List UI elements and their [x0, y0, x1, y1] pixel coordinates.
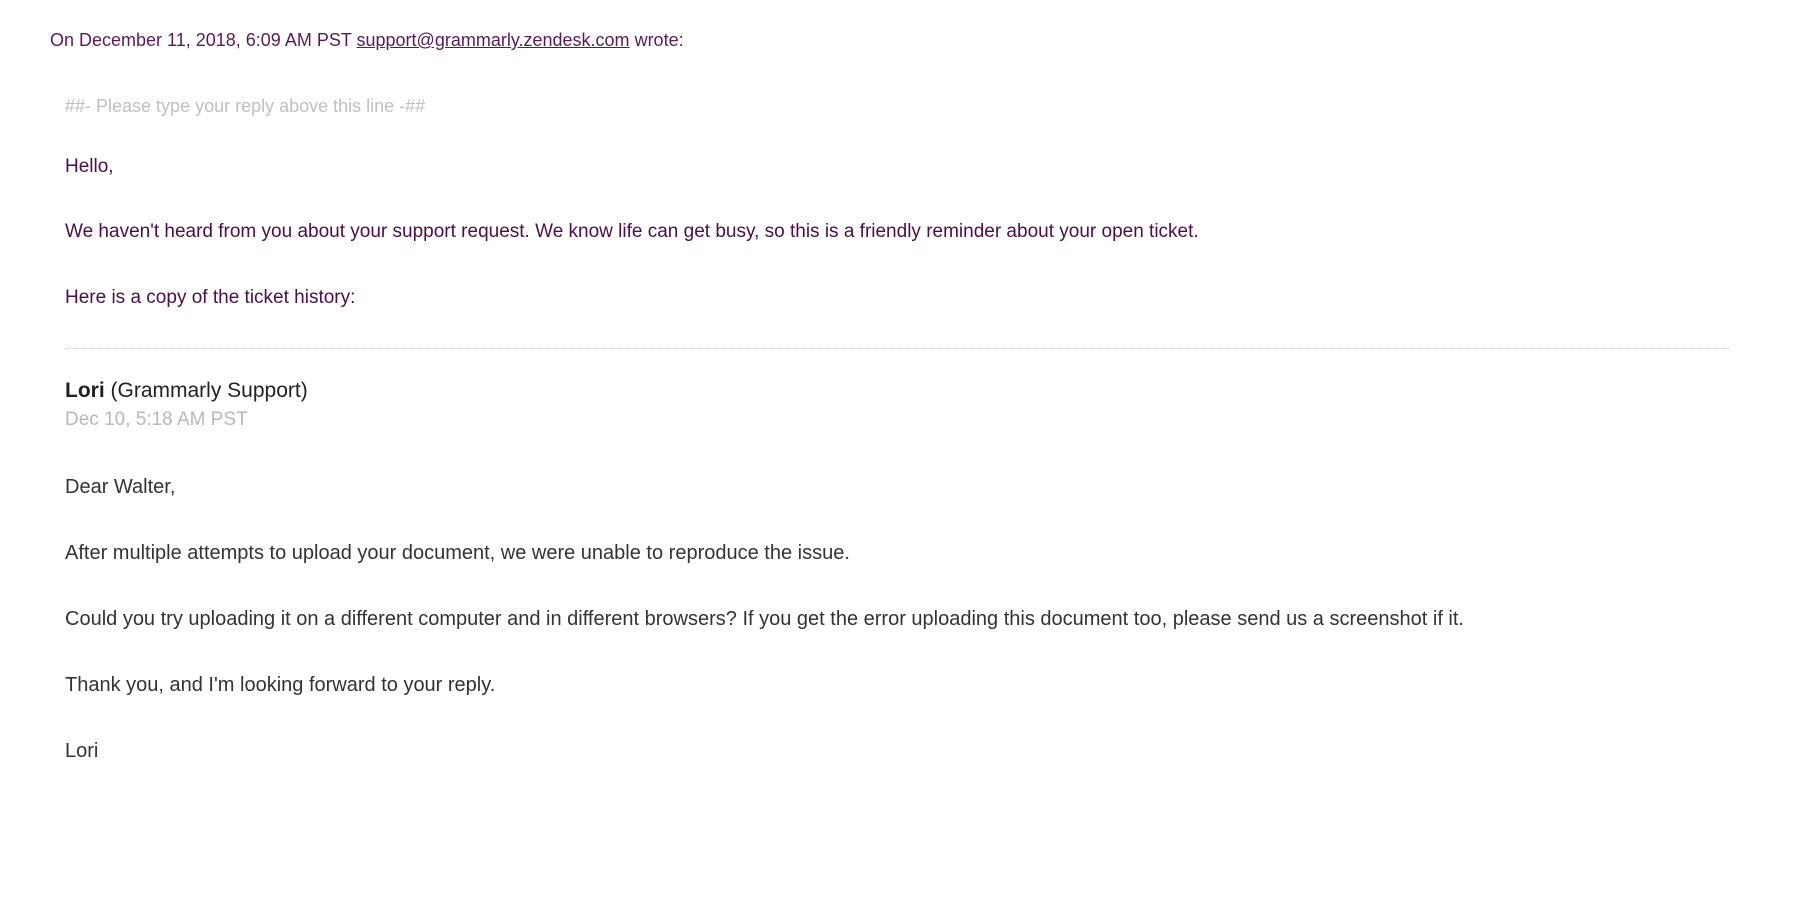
- author-context: (Grammarly Support): [105, 379, 308, 402]
- intro-history-note: Here is a copy of the ticket history:: [65, 283, 1744, 313]
- message-timestamp: Dec 10, 5:18 AM PST: [65, 409, 1744, 431]
- body-paragraph-2: Could you try uploading it on a differen…: [65, 603, 1744, 635]
- intro-reminder: We haven't heard from you about your sup…: [65, 217, 1744, 247]
- reply-marker: ##- Please type your reply above this li…: [65, 96, 1744, 117]
- body-salutation: Dear Walter,: [65, 471, 1744, 503]
- author-name: Lori: [65, 379, 105, 402]
- body-signoff: Lori: [65, 735, 1744, 767]
- quote-suffix: wrote:: [630, 30, 684, 50]
- intro-greeting: Hello,: [65, 152, 1744, 182]
- sender-email-link[interactable]: support@grammarly.zendesk.com: [357, 30, 630, 50]
- quote-header: On December 11, 2018, 6:09 AM PST suppor…: [50, 30, 1744, 51]
- body-paragraph-1: After multiple attempts to upload your d…: [65, 537, 1744, 569]
- intro-block: Hello, We haven't heard from you about y…: [65, 152, 1744, 313]
- author-line: Lori (Grammarly Support): [65, 379, 1744, 403]
- quote-prefix: On December 11, 2018, 6:09 AM PST: [50, 30, 357, 50]
- section-divider: [65, 348, 1729, 349]
- body-paragraph-3: Thank you, and I'm looking forward to yo…: [65, 669, 1744, 701]
- ticket-body: Dear Walter, After multiple attempts to …: [65, 471, 1744, 767]
